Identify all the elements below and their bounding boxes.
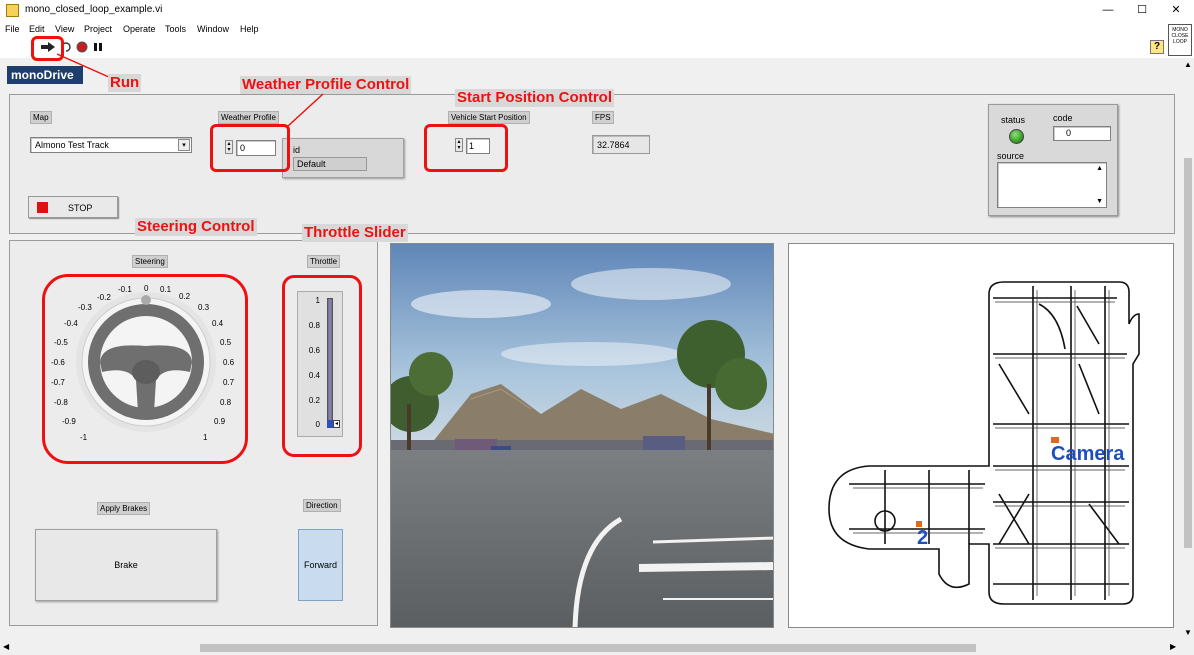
menu-project[interactable]: Project <box>84 24 112 34</box>
direction-button[interactable]: Forward <box>298 529 343 601</box>
map-select[interactable]: Almono Test Track ▾ <box>30 137 192 153</box>
map-marker-label: 2 <box>917 527 928 549</box>
close-button[interactable]: ✕ <box>1168 3 1184 17</box>
map-label: Map <box>30 111 52 124</box>
apply-brakes-label: Apply Brakes <box>97 502 151 515</box>
error-code-label: code <box>1053 113 1073 123</box>
scroll-right-arrow-icon[interactable]: ▶ <box>1170 642 1176 651</box>
horizontal-scrollbar[interactable]: ◀ ▶ <box>0 641 1194 655</box>
window-title: mono_closed_loop_example.vi <box>25 4 163 15</box>
scroll-down-icon[interactable]: ▼ <box>1096 198 1103 205</box>
throttle-annotation-label: Throttle Slider <box>302 224 408 242</box>
error-source-label: source <box>997 151 1025 161</box>
vi-icon: MONO CLOSE LOOP <box>1168 24 1192 56</box>
camera-view <box>390 243 774 628</box>
vertical-scroll-thumb[interactable] <box>1184 158 1192 548</box>
throttle-label: Throttle <box>307 255 341 268</box>
start-position-annotation-box <box>424 124 508 172</box>
steering-annotation-label: Steering Control <box>135 218 257 236</box>
context-help-button[interactable]: ? <box>1150 40 1164 54</box>
scroll-up-arrow-icon[interactable]: ▲ <box>1184 60 1192 69</box>
weather-id-label: id <box>293 145 301 155</box>
scroll-down-arrow-icon[interactable]: ▼ <box>1184 628 1192 637</box>
title-bar: mono_closed_loop_example.vi — ☐ ✕ <box>0 0 1194 22</box>
vehicle-start-label: Vehicle Start Position <box>448 111 530 124</box>
weather-name-indicator: Default <box>293 157 367 171</box>
map-view: Camera 2 <box>788 243 1174 628</box>
camera-image <box>391 244 773 627</box>
menu-operate[interactable]: Operate <box>123 24 156 34</box>
steering-label: Steering <box>132 255 168 268</box>
direction-label: Direction <box>303 499 341 512</box>
menu-edit[interactable]: Edit <box>29 24 45 34</box>
chevron-down-icon: ▾ <box>178 139 190 151</box>
vertical-scrollbar[interactable]: ▲ ▼ <box>1182 58 1194 641</box>
scroll-up-icon[interactable]: ▲ <box>1096 165 1103 172</box>
error-code-value: 0 <box>1053 126 1111 141</box>
menu-view[interactable]: View <box>55 24 74 34</box>
menu-help[interactable]: Help <box>240 24 259 34</box>
throttle-annotation-box <box>282 275 362 457</box>
weather-annotation-box <box>210 124 290 172</box>
status-led <box>1009 129 1024 144</box>
maximize-button[interactable]: ☐ <box>1134 3 1150 17</box>
stop-button[interactable]: STOP <box>28 196 118 218</box>
weather-cluster: id Default <box>282 138 404 178</box>
error-cluster: status code 0 source ▲ ▼ <box>988 104 1118 216</box>
start-position-annotation-label: Start Position Control <box>455 89 614 107</box>
scroll-left-arrow-icon[interactable]: ◀ <box>3 642 9 651</box>
fps-indicator: 32.7864 <box>592 135 650 154</box>
menu-tools[interactable]: Tools <box>165 24 186 34</box>
labview-app-icon <box>6 4 19 17</box>
horizontal-scroll-thumb[interactable] <box>200 644 976 652</box>
map-camera-label: Camera <box>1051 443 1125 465</box>
fps-label: FPS <box>592 111 614 124</box>
steering-annotation-box <box>42 274 248 464</box>
run-annotation-arrow <box>56 53 112 79</box>
menu-window[interactable]: Window <box>197 24 229 34</box>
stop-button-label: STOP <box>68 203 93 213</box>
map-select-value: Almono Test Track <box>35 140 109 150</box>
error-source-text: ▲ ▼ <box>997 162 1107 208</box>
menu-file[interactable]: File <box>5 24 20 34</box>
minimize-button[interactable]: — <box>1100 3 1116 17</box>
brake-button[interactable]: Brake <box>35 529 217 601</box>
menu-bar: File Edit View Project Operate Tools Win… <box>0 22 1194 38</box>
error-status-label: status <box>1001 115 1026 125</box>
run-annotation-label: Run <box>108 74 142 92</box>
toolbar: ? MONO CLOSE LOOP <box>0 24 1194 58</box>
stop-square-icon <box>37 202 48 213</box>
track-map: Camera 2 <box>828 281 1140 605</box>
